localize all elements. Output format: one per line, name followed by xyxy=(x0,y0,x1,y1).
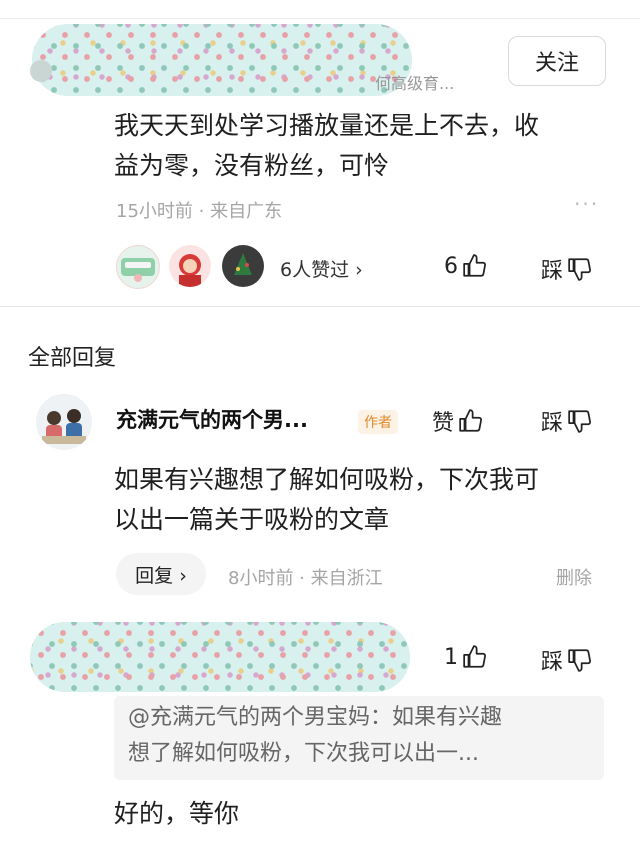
liker-avatar[interactable] xyxy=(116,245,160,289)
like-count: 6 xyxy=(444,253,458,279)
quote-line: @充满元气的两个男宝妈：如果有兴趣 xyxy=(128,705,503,730)
thumbs-up-icon xyxy=(463,645,486,668)
author-badge: 作者 xyxy=(358,410,398,434)
dislike-label: 踩 xyxy=(541,259,564,284)
thumbs-up-icon xyxy=(463,254,486,277)
like-button[interactable]: 6 xyxy=(444,253,488,279)
comment-text: 我天天到处学习播放量还是上不去，收 益为零，没有粉丝，可怜 xyxy=(114,106,539,186)
thumbs-up-icon xyxy=(459,409,482,432)
section-divider xyxy=(0,306,640,307)
all-replies-title: 全部回复 xyxy=(28,346,117,371)
reply-button[interactable]: 回复 › xyxy=(116,553,206,595)
quoted-reply-text: @充满元气的两个男宝妈：如果有兴趣 想了解如何吸粉，下次我可以出一... xyxy=(128,700,598,772)
dislike-button[interactable]: 踩 xyxy=(541,253,593,285)
liker-avatar[interactable] xyxy=(169,245,211,287)
quote-line: 想了解如何吸粉，下次我可以出一... xyxy=(128,741,479,766)
like-label: 赞 xyxy=(432,411,455,436)
liker-avatar-image xyxy=(121,258,155,282)
user-reply-like-button[interactable]: 1 xyxy=(444,644,488,670)
author-avatar-image xyxy=(36,394,92,450)
liker-avatar-image xyxy=(234,253,252,275)
top-divider xyxy=(0,18,640,19)
like-count: 1 xyxy=(444,644,458,670)
comment-text-line: 益为零，没有粉丝，可怜 xyxy=(114,151,390,180)
more-options-icon[interactable]: ··· xyxy=(574,192,599,216)
comment-meta: 15小时前 · 来自广东 xyxy=(116,201,283,222)
author-reply-meta: 8小时前 · 来自浙江 xyxy=(228,568,383,589)
author-dislike-button[interactable]: 踩 xyxy=(541,405,593,437)
author-avatar[interactable] xyxy=(36,394,92,450)
liked-by-link[interactable]: 6人赞过 › xyxy=(280,255,363,282)
reply-text-line: 以出一篇关于吸粉的文章 xyxy=(114,505,390,534)
user-reply-dislike-button[interactable]: 踩 xyxy=(541,644,593,676)
dislike-label: 踩 xyxy=(541,411,564,436)
author-reply-text: 如果有兴趣想了解如何吸粉，下次我可 以出一篇关于吸粉的文章 xyxy=(114,460,539,540)
author-like-button[interactable]: 赞 xyxy=(432,405,484,437)
user-subtitle: 何高级育... xyxy=(375,74,455,93)
thumbs-down-icon xyxy=(568,258,591,281)
dislike-label: 踩 xyxy=(541,650,564,675)
liker-avatar-image xyxy=(179,254,201,287)
thumbs-down-icon xyxy=(568,649,591,672)
follow-button[interactable]: 关注 xyxy=(508,36,606,86)
redacted-username xyxy=(32,24,412,96)
author-name[interactable]: 充满元气的两个男... xyxy=(116,404,308,434)
redacted-username xyxy=(30,622,410,692)
thumbs-down-icon xyxy=(568,410,591,433)
reply-text-line: 如果有兴趣想了解如何吸粉，下次我可 xyxy=(114,465,540,494)
comment-text-line: 我天天到处学习播放量还是上不去，收 xyxy=(114,111,540,140)
delete-button[interactable]: 删除 xyxy=(556,564,592,590)
user-reply-text: 好的，等你 xyxy=(114,799,240,828)
liker-avatar[interactable] xyxy=(222,245,264,287)
user-avatar[interactable] xyxy=(30,60,52,82)
